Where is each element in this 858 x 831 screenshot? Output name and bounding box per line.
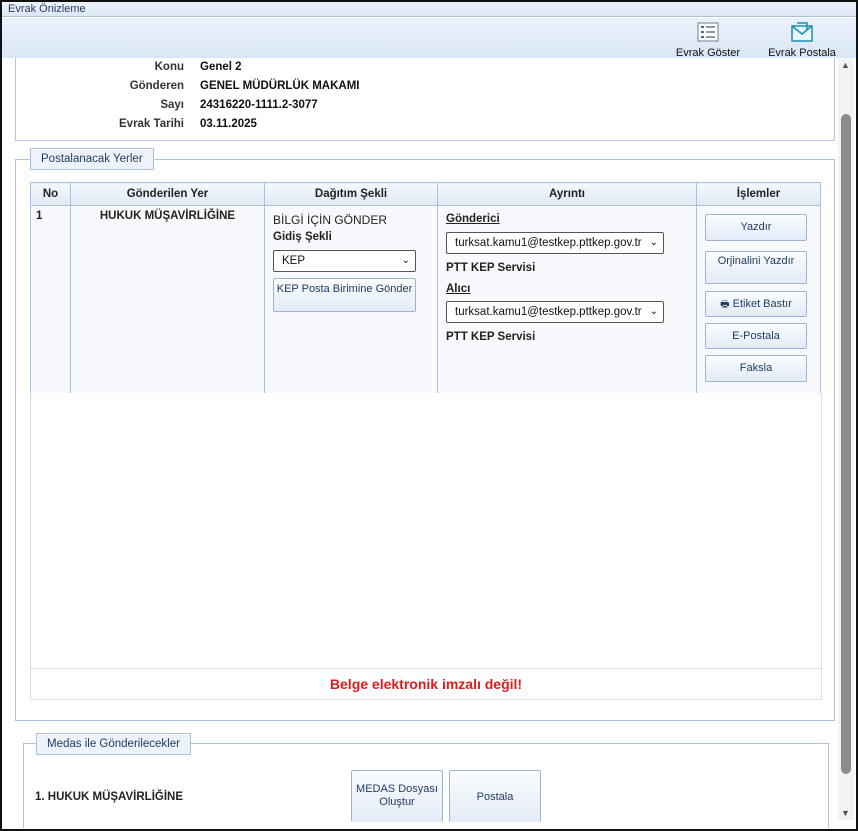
scroll-up-icon[interactable]: ▲ [841,60,850,70]
destination-name: HUKUK MÜŞAVİRLİĞİNE [70,205,265,394]
postal-destinations-legend: Postalanacak Yerler [30,148,154,170]
scroll-down-icon[interactable]: ▼ [841,808,850,818]
info-value: GENEL MÜDÜRLÜK MAKAMI [200,80,360,92]
info-value: Genel 2 [200,61,242,73]
kep-send-button[interactable]: KEP Posta Birimine Gönder [273,278,416,312]
chevron-down-icon: ⌄ [401,255,410,266]
print-original-button[interactable]: Orjinalini Yazdır [705,251,807,284]
document-info: Konu Genel 2 Gönderen GENEL MÜDÜRLÜK MAK… [15,58,835,141]
sender-label: Gönderici [446,213,500,225]
show-document-button[interactable]: Evrak Göster [672,22,744,59]
column-header: Dağıtım Şekli [264,182,438,206]
info-row-date: Evrak Tarihi 03.11.2025 [16,118,834,136]
fax-button[interactable]: Faksla [705,355,807,382]
row-number: 1 [30,205,71,394]
info-key: Sayı [160,99,184,111]
scroll-thumb[interactable] [841,114,851,774]
destinations-table: No Gönderilen Yer Dağıtım Şekli Ayrıntı … [30,182,821,394]
medas-item: 1. HUKUK MÜŞAVİRLİĞİNE [35,791,184,803]
info-value: 24316220-1111.2-3077 [200,99,318,111]
method-label: Gidiş Şekli [273,231,332,243]
delivery-method-select[interactable]: KEP ⌄ [273,250,416,272]
column-header: İşlemler [696,182,821,206]
distribution-type: BİLGİ İÇİN GÖNDER [273,213,388,227]
printer-icon: 🖶 [720,299,730,310]
print-button[interactable]: Yazdır [705,214,807,241]
column-header: Gönderilen Yer [70,182,265,206]
document-list-icon [697,22,719,42]
preview-window: Evrak Önizleme Evrak Göster Evrak Postal… [0,0,858,831]
sender-value: turksat.kamu1@testkep.pttkep.gov.tr [455,237,642,249]
sender-service: PTT KEP Servisi [446,262,536,274]
table-row: 1 HUKUK MÜŞAVİRLİĞİNE BİLGİ İÇİN GÖNDER … [30,205,821,394]
medas-create-button[interactable]: MEDAS Dosyası Oluştur [351,770,443,822]
actions-cell: Yazdır Orjinalini Yazdır 🖶 Etiket Bastır… [696,205,821,394]
info-row-subject: Konu Genel 2 [16,61,834,79]
delivery-method-value: KEP [282,255,306,267]
info-row-sender: Gönderen GENEL MÜDÜRLÜK MAKAMI [16,80,834,98]
info-key: Gönderen [129,80,184,92]
mail-document-button[interactable]: Evrak Postala [764,22,840,59]
receiver-service: PTT KEP Servisi [446,331,536,343]
chevron-down-icon: ⌄ [649,306,658,317]
info-row-number: Sayı 24316220-1111.2-3077 [16,99,834,117]
detail-cell: Gönderici turksat.kamu1@testkep.pttkep.g… [437,205,697,394]
sender-select[interactable]: turksat.kamu1@testkep.pttkep.gov.tr ⌄ [446,232,664,254]
envelope-icon [791,22,813,42]
receiver-label: Alıcı [446,283,471,295]
label-print-label: Etiket Bastır [732,298,792,310]
distribution-cell: BİLGİ İÇİN GÖNDER Gidiş Şekli KEP ⌄ KEP … [264,205,438,394]
info-value: 03.11.2025 [200,118,257,130]
email-button[interactable]: E-Postala [705,323,807,349]
info-key: Konu [154,61,184,73]
vertical-scrollbar[interactable]: ▲ ▼ [838,58,854,820]
table-empty-area [30,393,822,669]
chevron-down-icon: ⌄ [649,237,658,248]
label-print-button[interactable]: 🖶 Etiket Bastır [705,291,807,317]
medas-legend: Medas ile Gönderilecekler [36,733,191,755]
window-title: Evrak Önizleme [2,2,856,17]
column-header: Ayrıntı [437,182,697,206]
medas-mail-button[interactable]: Postala [449,770,541,822]
toolbar: Evrak Göster Evrak Postala [2,18,856,59]
receiver-value: turksat.kamu1@testkep.pttkep.gov.tr [455,306,642,318]
column-header: No [30,182,71,206]
signature-warning: Belge elektronik imzalı değil! [30,668,822,700]
receiver-select[interactable]: turksat.kamu1@testkep.pttkep.gov.tr ⌄ [446,301,664,323]
info-key: Evrak Tarihi [119,118,184,130]
